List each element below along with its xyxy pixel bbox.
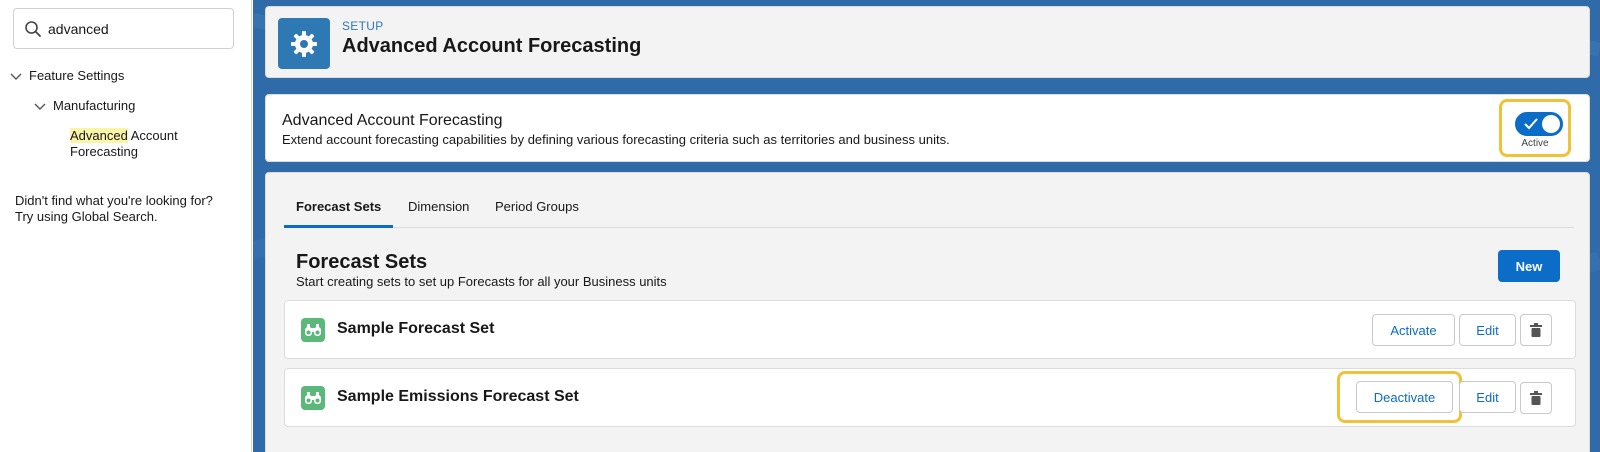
tree-item-label: Account [127,128,178,143]
tree-item-label: Forecasting [70,144,138,159]
gear-icon [278,18,330,69]
trash-icon [1530,391,1542,405]
section-title: Forecast Sets [296,251,428,273]
forecast-set-name: Sample Emissions Forecast Set [337,388,579,405]
chevron-down-icon[interactable] [33,99,47,113]
delete-button[interactable] [1520,382,1552,414]
toggle-knob [1542,115,1560,133]
tab-period-groups[interactable]: Period Groups [495,199,579,228]
edit-button[interactable]: Edit [1459,381,1516,413]
quick-find-box[interactable] [13,8,234,49]
trash-icon [1530,323,1542,337]
delete-button[interactable] [1520,314,1552,346]
forecast-set-row: Sample Emissions Forecast Set Deactivate… [284,368,1576,427]
tab-dimension[interactable]: Dimension [408,199,469,228]
breadcrumb-setup: SETUP [342,19,384,33]
feature-card: Advanced Account Forecasting Extend acco… [265,94,1590,162]
forecast-set-row: Sample Forecast Set Activate Edit [284,300,1576,359]
section-description: Start creating sets to set up Forecasts … [296,274,667,289]
page-title: Advanced Account Forecasting [342,35,642,57]
feature-title: Advanced Account Forecasting [282,112,503,129]
not-found-hint: Didn't find what you're looking for? Try… [15,193,213,224]
new-forecast-set-button[interactable]: New [1498,250,1560,282]
tree-item-manufacturing[interactable]: Manufacturing [33,98,135,113]
tab-bar: Forecast Sets Dimension Period Groups [284,189,1574,228]
tree-item-feature-settings[interactable]: Feature Settings [9,68,124,83]
search-icon [25,21,41,37]
quick-find-input[interactable] [48,17,228,41]
tree-item-label: Feature Settings [29,68,125,83]
deactivate-button[interactable]: Deactivate [1356,381,1453,413]
main-content: SETUP Advanced Account Forecasting Advan… [253,0,1600,452]
search-match-highlight: Advanced [70,128,128,143]
tree-item-label: Manufacturing [53,98,136,113]
page-header: SETUP Advanced Account Forecasting [265,6,1590,78]
forecast-sets-panel: Forecast Sets Dimension Period Groups Fo… [265,172,1590,452]
tab-forecast-sets[interactable]: Forecast Sets [284,199,394,228]
activate-button[interactable]: Activate [1372,314,1455,346]
checkmark-icon [1524,118,1538,130]
forecast-set-name: Sample Forecast Set [337,320,495,337]
binoculars-icon [301,386,325,410]
chevron-down-icon[interactable] [9,69,23,83]
setup-sidebar: Feature Settings Manufacturing Advanced … [0,0,252,452]
toggle-label: Active [1521,138,1549,149]
tree-item-advanced-account-forecasting[interactable]: Advanced Account Forecasting [70,128,230,160]
feature-description: Extend account forecasting capabilities … [282,132,950,147]
edit-button[interactable]: Edit [1459,314,1516,346]
active-toggle[interactable] [1515,112,1563,136]
binoculars-icon [301,318,325,342]
active-toggle-highlight: Active [1499,99,1571,157]
